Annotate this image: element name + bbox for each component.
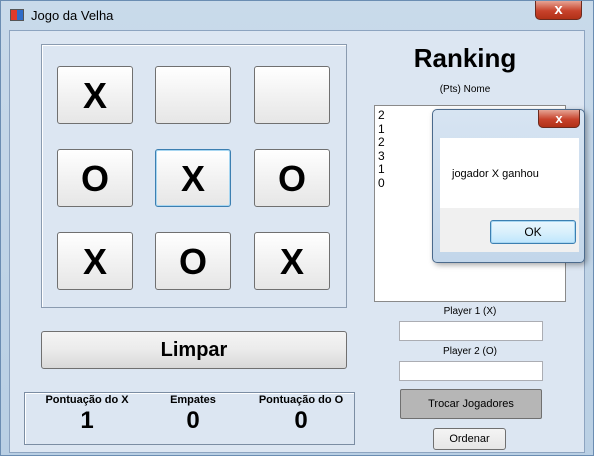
score-panel: Pontuação do X 1 Empates 0 Pontuação do … <box>24 392 355 445</box>
draws-value: 0 <box>186 407 200 434</box>
cell-2[interactable] <box>155 66 231 124</box>
cell-1[interactable]: X <box>57 66 133 124</box>
player2-field[interactable] <box>399 361 543 381</box>
window-close-button[interactable]: x <box>535 1 582 20</box>
draws-label: Empates <box>170 394 216 406</box>
x-score-label: Pontuação do X <box>45 394 129 406</box>
cell-4[interactable]: O <box>57 149 133 207</box>
close-icon: x <box>554 1 563 18</box>
message-body: jogador X ganhou <box>440 138 579 208</box>
o-score-value: 0 <box>294 407 308 434</box>
message-text: jogador X ganhou <box>452 168 539 180</box>
ok-button[interactable]: OK <box>490 220 576 244</box>
cell-7[interactable]: X <box>57 232 133 290</box>
message-footer: OK <box>440 208 579 252</box>
app-icon <box>10 9 24 21</box>
window-title: Jogo da Velha <box>31 8 114 23</box>
cell-3[interactable] <box>254 66 330 124</box>
cell-6[interactable]: O <box>254 149 330 207</box>
cell-9[interactable]: X <box>254 232 330 290</box>
message-box-close-button[interactable]: x <box>538 110 580 128</box>
close-icon: x <box>555 111 563 126</box>
clear-button[interactable]: Limpar <box>41 331 347 369</box>
player1-label: Player 1 (X) <box>443 306 497 317</box>
title-bar[interactable]: Jogo da Velha x <box>1 1 593 31</box>
x-score-value: 1 <box>80 407 94 434</box>
swap-players-button[interactable]: Trocar Jogadores <box>400 389 542 419</box>
order-button[interactable]: Ordenar <box>433 428 506 450</box>
ranking-title: Ranking <box>413 43 517 73</box>
o-score-label: Pontuação do O <box>258 394 344 406</box>
cell-8[interactable]: O <box>155 232 231 290</box>
player1-field[interactable] <box>399 321 543 341</box>
player2-label: Player 2 (O) <box>443 346 497 357</box>
ranking-subtitle: (Pts) Nome <box>439 84 491 95</box>
game-board: X O X O X O X <box>41 44 347 308</box>
message-box: x jogador X ganhou OK <box>432 109 585 263</box>
cell-5[interactable]: X <box>155 149 231 207</box>
